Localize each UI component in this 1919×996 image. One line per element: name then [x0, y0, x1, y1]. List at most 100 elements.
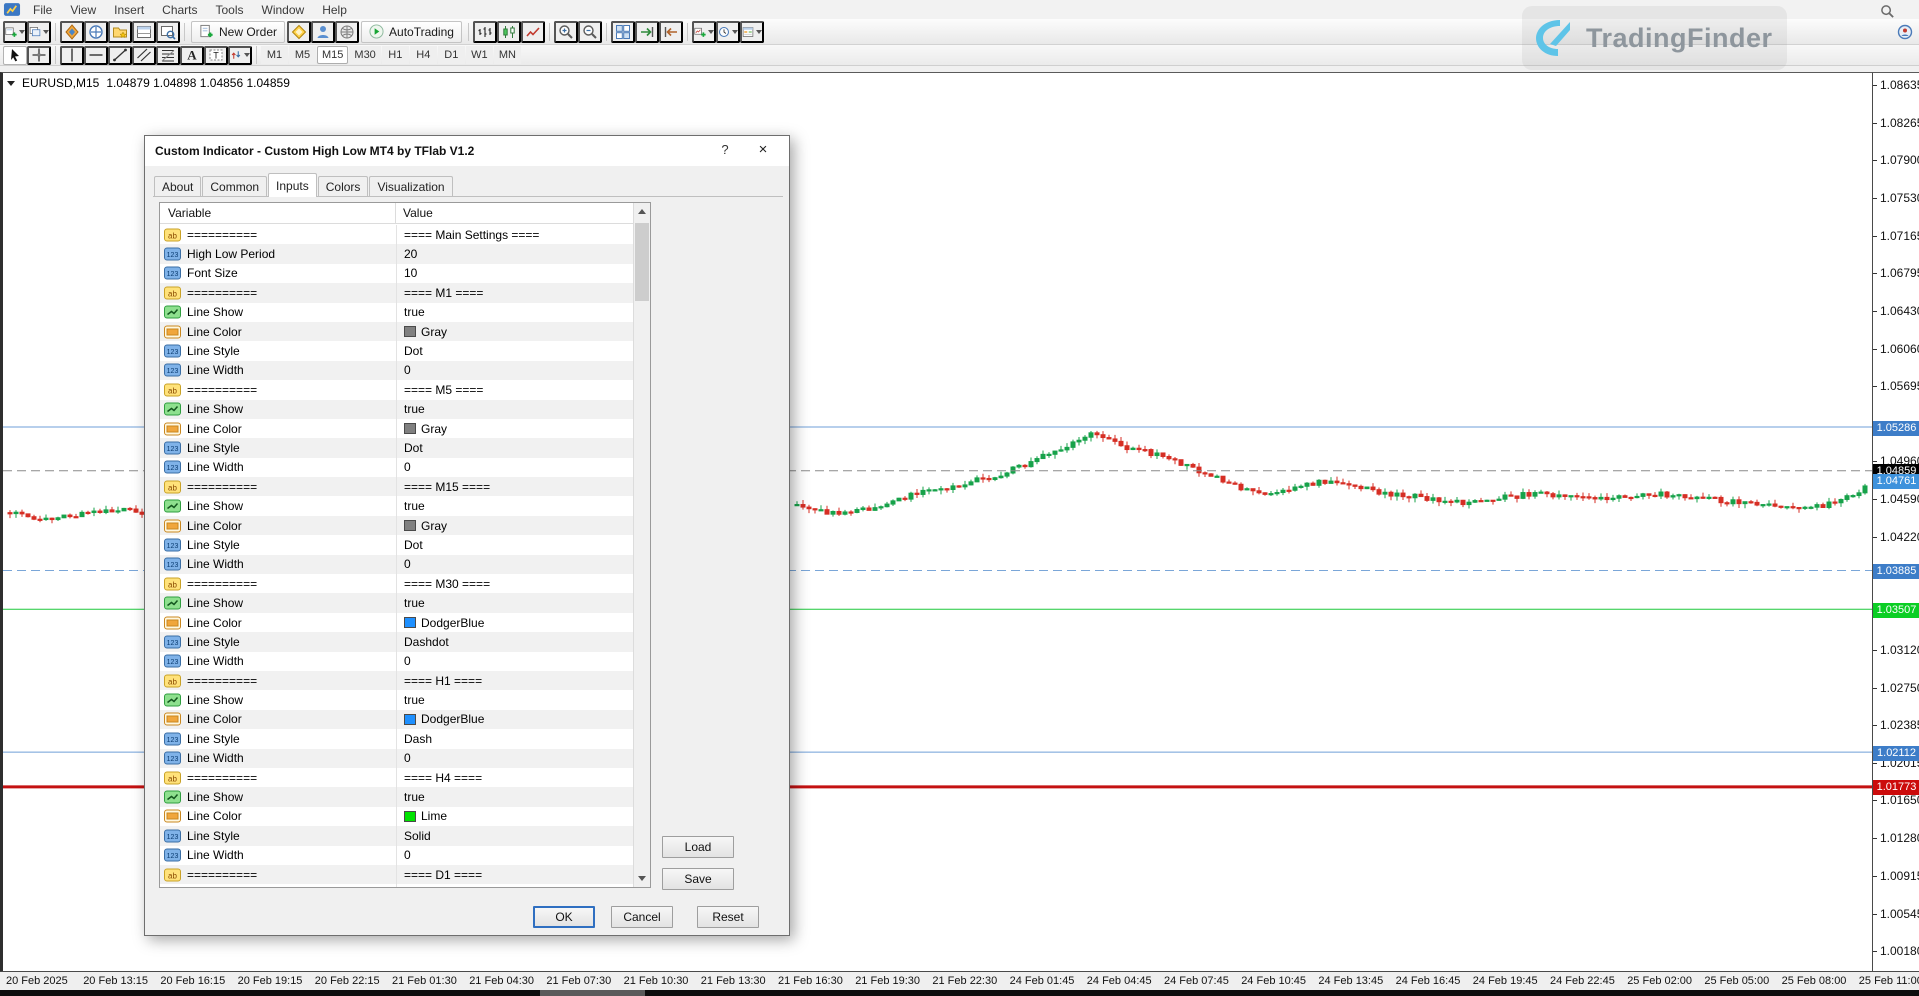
tab-visualization[interactable]: Visualization [369, 176, 452, 197]
profiles-button[interactable] [27, 21, 51, 43]
timeframe-h1[interactable]: H1 [382, 46, 409, 64]
templates-button[interactable] [740, 21, 764, 43]
auto-scroll-button[interactable] [635, 21, 659, 43]
param-row[interactable]: ab============== Main Settings ==== [160, 225, 633, 244]
timeframe-w1[interactable]: W1 [466, 46, 493, 64]
param-value[interactable]: Dot [396, 438, 633, 457]
param-value[interactable]: ==== M30 ==== [396, 574, 633, 593]
param-row[interactable]: 123High Low Period20 [160, 244, 633, 263]
scroll-up-button[interactable] [634, 203, 650, 220]
close-button[interactable]: × [753, 141, 773, 159]
param-value[interactable]: true [396, 593, 633, 612]
tile-windows-button[interactable] [611, 21, 635, 43]
param-value[interactable]: true [396, 303, 633, 322]
param-value[interactable]: 0 [396, 749, 633, 768]
param-row[interactable]: Line ColorDodgerBlue [160, 613, 633, 632]
indicators-button[interactable] [692, 21, 716, 43]
param-row[interactable]: 123Line Width0 [160, 555, 633, 574]
menu-file[interactable]: File [24, 2, 61, 18]
market-watch-button[interactable] [60, 21, 84, 43]
param-row[interactable]: 123Line Width0 [160, 749, 633, 768]
param-row[interactable]: Line ColorGray [160, 419, 633, 438]
param-value[interactable]: ==== H1 ==== [396, 671, 633, 690]
periods-button[interactable] [716, 21, 740, 43]
param-row[interactable]: Line Showtrue [160, 787, 633, 806]
timeframe-mn[interactable]: MN [494, 46, 521, 64]
reset-button[interactable]: Reset [697, 906, 759, 928]
param-row[interactable]: 123Font Size10 [160, 264, 633, 283]
param-row[interactable]: Line Showtrue [160, 690, 633, 709]
param-value[interactable]: Gray [396, 516, 633, 535]
tab-common[interactable]: Common [202, 176, 267, 197]
param-value[interactable]: 10 [396, 264, 633, 283]
param-value[interactable]: 0 [396, 361, 633, 380]
menu-view[interactable]: View [61, 2, 105, 18]
crosshair-button[interactable] [27, 46, 51, 65]
param-row[interactable]: Line Showtrue [160, 496, 633, 515]
line-chart-button[interactable] [521, 21, 545, 43]
timeframe-m1[interactable]: M1 [261, 46, 288, 64]
load-button[interactable]: Load [662, 836, 734, 858]
param-value[interactable]: true [396, 400, 633, 419]
scrollbar-thumb[interactable] [635, 223, 649, 301]
param-row[interactable]: Line Showtrue [160, 884, 633, 887]
param-value[interactable]: Lime [396, 807, 633, 826]
param-row[interactable]: 123Line Width0 [160, 458, 633, 477]
text-button[interactable]: A [180, 46, 204, 65]
save-button[interactable]: Save [662, 868, 734, 890]
param-value[interactable]: true [396, 690, 633, 709]
menu-charts[interactable]: Charts [153, 2, 206, 18]
param-value[interactable]: 0 [396, 652, 633, 671]
param-row[interactable]: 123Line Width0 [160, 652, 633, 671]
terminal-button[interactable] [132, 21, 156, 43]
param-value[interactable]: Gray [396, 419, 633, 438]
param-value[interactable]: true [396, 884, 633, 887]
param-row[interactable]: 123Line StyleDashdot [160, 632, 633, 651]
param-row[interactable]: Line ColorGray [160, 516, 633, 535]
menu-insert[interactable]: Insert [105, 2, 153, 18]
param-row[interactable]: ab============== M5 ==== [160, 380, 633, 399]
tab-inputs[interactable]: Inputs [268, 173, 317, 197]
scroll-down-button[interactable] [634, 870, 650, 887]
param-value[interactable]: ==== M15 ==== [396, 477, 633, 496]
param-value[interactable]: Dot [396, 535, 633, 554]
horizontal-line-button[interactable] [84, 46, 108, 65]
param-value[interactable]: Dot [396, 341, 633, 360]
param-row[interactable]: 123Line StyleDot [160, 535, 633, 554]
fibonacci-button[interactable] [156, 46, 180, 65]
param-row[interactable]: ab============== H1 ==== [160, 671, 633, 690]
param-value[interactable]: DodgerBlue [396, 613, 633, 632]
tab-about[interactable]: About [154, 176, 201, 197]
zoom-out-button[interactable] [578, 21, 602, 43]
param-row[interactable]: 123Line Width0 [160, 361, 633, 380]
cancel-button[interactable]: Cancel [611, 906, 673, 928]
bars-chart-button[interactable] [473, 21, 497, 43]
param-row[interactable]: 123Line StyleDash [160, 729, 633, 748]
symbol-dropdown-icon[interactable] [7, 81, 15, 86]
vertical-line-button[interactable] [60, 46, 84, 65]
param-value[interactable]: true [396, 787, 633, 806]
param-row[interactable]: Line ColorLime [160, 807, 633, 826]
experts-button[interactable] [311, 21, 335, 43]
param-row[interactable]: Line Showtrue [160, 400, 633, 419]
data-window-button[interactable] [84, 21, 108, 43]
param-row[interactable]: Line ColorGray [160, 322, 633, 341]
param-value[interactable]: Dash [396, 729, 633, 748]
param-value[interactable]: 0 [396, 846, 633, 865]
trendline-button[interactable] [108, 46, 132, 65]
zoom-in-button[interactable] [554, 21, 578, 43]
chart-shift-button[interactable] [659, 21, 683, 43]
cursor-button[interactable] [3, 46, 27, 65]
param-value[interactable]: ==== M1 ==== [396, 283, 633, 302]
dialog-title-bar[interactable]: Custom Indicator - Custom High Low MT4 b… [145, 136, 789, 166]
param-row[interactable]: 123Line StyleSolid [160, 826, 633, 845]
param-value[interactable]: 0 [396, 458, 633, 477]
navigator-button[interactable] [108, 21, 132, 43]
param-value[interactable]: 0 [396, 555, 633, 574]
param-value[interactable]: Gray [396, 322, 633, 341]
param-value[interactable]: Solid [396, 826, 633, 845]
param-value[interactable]: ==== D1 ==== [396, 865, 633, 884]
param-row[interactable]: Line ColorDodgerBlue [160, 710, 633, 729]
timeframe-m5[interactable]: M5 [289, 46, 316, 64]
candles-chart-button[interactable] [497, 21, 521, 43]
